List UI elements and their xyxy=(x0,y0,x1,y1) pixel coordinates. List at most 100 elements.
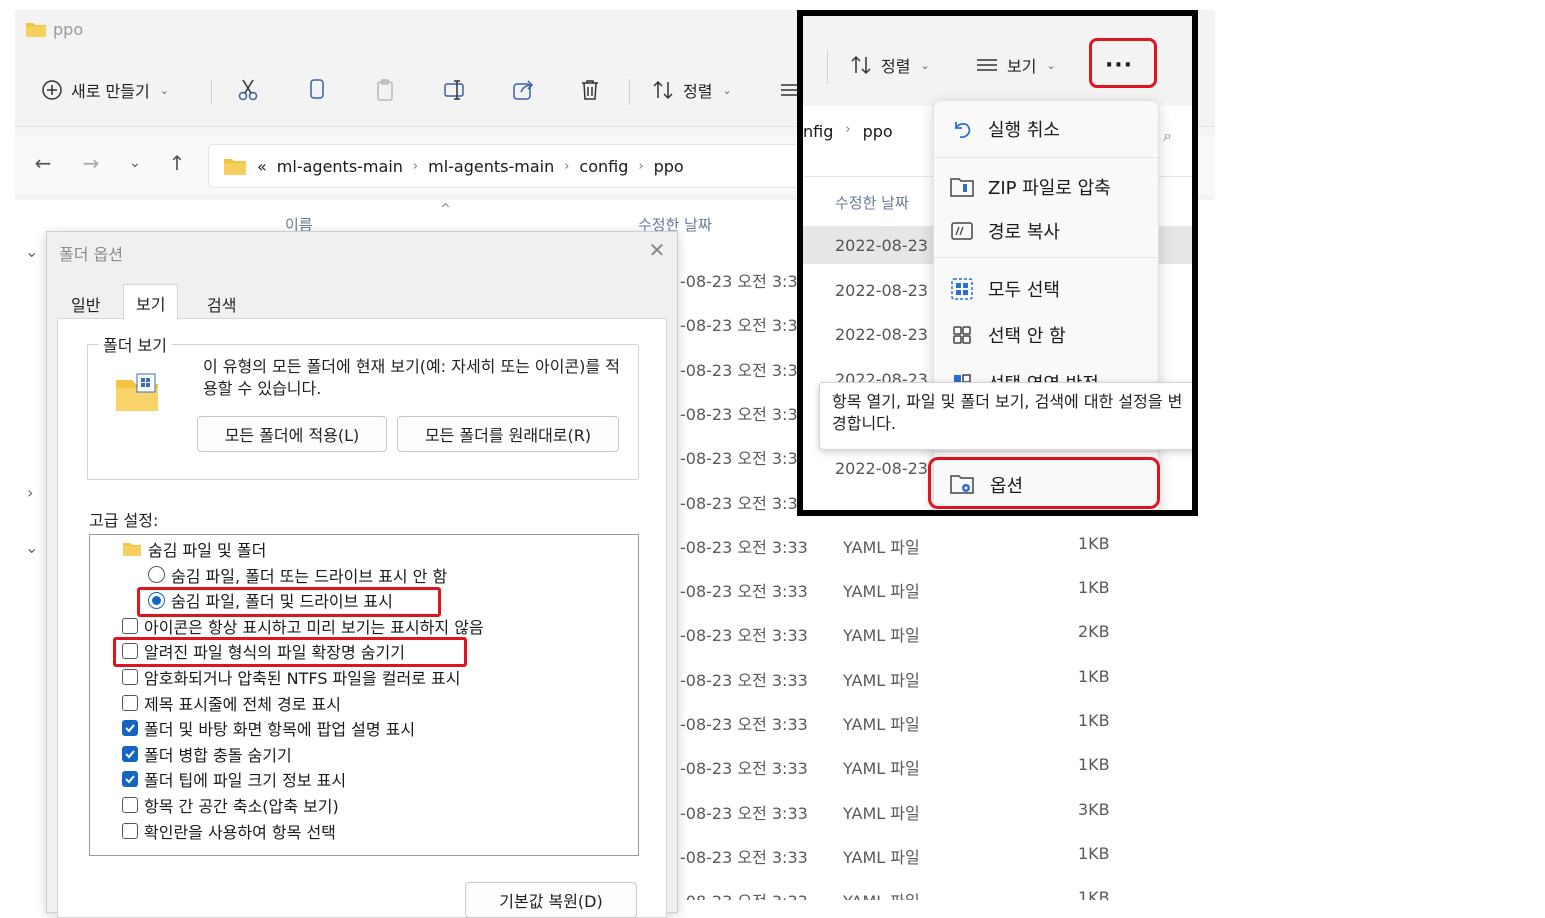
more-options-button[interactable]: ··· xyxy=(1087,42,1151,88)
new-label: 새로 만들기 xyxy=(71,82,150,101)
expand-chevron-icon[interactable]: ⌄ xyxy=(25,242,38,261)
row-size: 3KB xyxy=(1078,799,1110,819)
tab-search[interactable]: 검색 xyxy=(195,288,248,320)
new-button[interactable]: 새로 만들기 ⌄ xyxy=(41,73,169,107)
folder-icon xyxy=(223,156,247,176)
advanced-item[interactable]: 폴더 팁에 파일 크기 정보 표시 xyxy=(122,768,346,790)
table-row[interactable]: -08-23 오전 3:33 YAML 파일 1KB xyxy=(678,566,1198,610)
row-size: 1KB xyxy=(1078,755,1110,775)
up-arrow-icon[interactable]: ↑ xyxy=(161,147,193,179)
scissors-icon xyxy=(237,78,259,102)
view-button[interactable]: 보기 ⌄ xyxy=(975,48,1056,82)
table-row[interactable]: -08-23 오전 3:33 YAML 파일 3KB xyxy=(678,788,1198,832)
checkbox[interactable] xyxy=(122,797,138,813)
table-row[interactable]: -08-23 오전 3:33 YAML 파일 1KB xyxy=(678,522,1198,566)
checkbox[interactable] xyxy=(122,745,138,762)
advanced-settings-list: 숨김 파일 및 폴더 숨김 파일, 폴더 또는 드라이브 표시 안 함 숨김 파일,… xyxy=(89,534,639,856)
advanced-item[interactable]: 아이콘은 항상 표시하고 미리 보기는 표시하지 않음 xyxy=(122,615,484,637)
breadcrumb-overflow[interactable]: « xyxy=(257,157,267,176)
row-date: -08-23 오전 3:3 xyxy=(680,493,798,513)
table-row[interactable]: -08-23 오전 3:33 YAML 파일 2KB xyxy=(678,610,1198,654)
row-size: 1KB xyxy=(1078,711,1110,730)
checkbox[interactable] xyxy=(122,720,138,737)
search-icon[interactable]: ⌕ xyxy=(1163,126,1172,146)
table-row[interactable]: -08-23 오전 3:33 YAML 파일 1KB xyxy=(678,876,1198,900)
menu-item[interactable]: 실행 취소 xyxy=(934,109,1160,149)
expand-chevron-icon[interactable]: ⌄ xyxy=(25,538,38,557)
recent-chevron-icon[interactable]: ⌄ xyxy=(119,147,151,179)
sort-button[interactable]: 정렬 ⌄ xyxy=(849,48,930,82)
sort-caret-icon: ^ xyxy=(440,202,451,217)
row-date: -08-23 오전 3:33 xyxy=(680,537,808,557)
checkbox[interactable] xyxy=(122,643,138,660)
chevron-right-icon: › xyxy=(564,158,570,174)
advanced-item[interactable]: 알려진 파일 형식의 파일 확장명 숨기기 xyxy=(122,640,405,662)
tab-general[interactable]: 일반 xyxy=(59,288,112,320)
chevron-down-icon: ⌄ xyxy=(722,83,732,97)
breadcrumb-item[interactable]: ml-agents-main xyxy=(428,157,554,176)
forward-arrow-icon[interactable]: → xyxy=(75,147,107,179)
advanced-item-label: 알려진 파일 형식의 파일 확장명 숨기기 xyxy=(144,643,405,663)
advanced-item[interactable]: 암호화되거나 압축된 NTFS 파일을 컬러로 표시 xyxy=(122,666,461,688)
checkbox[interactable] xyxy=(122,617,138,634)
address-bar[interactable]: « ml-agents-main › ml-agents-main › conf… xyxy=(208,144,808,188)
rename-icon xyxy=(443,78,467,102)
breadcrumb-item[interactable]: config xyxy=(579,157,628,176)
checkbox[interactable] xyxy=(122,771,138,788)
trash-icon xyxy=(579,78,601,102)
menu-item-label: 경로 복사 xyxy=(988,222,1060,243)
advanced-item[interactable]: 폴더 병합 충돌 숨기기 xyxy=(122,743,292,765)
view-list-icon xyxy=(779,80,799,100)
cut-button[interactable] xyxy=(237,73,259,107)
reset-folders-button[interactable]: 모든 폴더를 원래대로(R) xyxy=(397,416,619,452)
advanced-item[interactable]: 숨김 파일, 폴더 및 드라이브 표시 xyxy=(148,589,393,611)
table-row[interactable]: -08-23 오전 3:33 YAML 파일 1KB xyxy=(678,655,1198,699)
checkbox[interactable] xyxy=(122,822,138,839)
menu-item[interactable]: 경로 복사 xyxy=(934,211,1160,251)
delete-button[interactable] xyxy=(579,73,601,107)
row-type: YAML 파일 xyxy=(843,626,920,646)
advanced-item[interactable]: 제목 표시줄에 전체 경로 표시 xyxy=(122,692,341,714)
copy-button[interactable] xyxy=(307,73,327,107)
view-label: 보기 xyxy=(1007,57,1037,76)
menu-item[interactable]: 옵션 xyxy=(934,465,1160,505)
collapse-chevron-icon[interactable]: › xyxy=(27,483,33,502)
sort-button[interactable]: 정렬 ⌄ xyxy=(651,73,732,107)
breadcrumb-item[interactable]: ml-agents-main xyxy=(277,157,403,176)
breadcrumb-item[interactable]: ppo xyxy=(863,122,893,141)
advanced-item[interactable]: 항목 간 공간 축소(압축 보기) xyxy=(122,794,339,816)
breadcrumb-item[interactable]: nfig xyxy=(803,122,833,141)
table-row[interactable]: -08-23 오전 3:33 YAML 파일 1KB xyxy=(678,832,1198,876)
rename-button[interactable] xyxy=(443,73,467,107)
checkbox[interactable] xyxy=(122,694,138,711)
advanced-item-label: 아이콘은 항상 표시하고 미리 보기는 표시하지 않음 xyxy=(144,617,484,637)
plus-circle-icon xyxy=(41,79,63,101)
column-modified[interactable]: 수정한 날짜 xyxy=(835,192,909,213)
menu-item[interactable]: ZIP 파일로 압축 xyxy=(934,167,1160,207)
menu-item[interactable]: 선택 안 함 xyxy=(934,315,1160,355)
tab-view[interactable]: 보기 xyxy=(123,284,179,320)
row-date: -08-23 오전 3:3 xyxy=(680,272,798,291)
back-arrow-icon[interactable]: ← xyxy=(27,147,59,179)
paste-button[interactable] xyxy=(375,73,397,107)
row-date: -08-23 오전 3:33 xyxy=(680,626,808,646)
share-icon xyxy=(511,78,535,102)
breadcrumb-item[interactable]: ppo xyxy=(654,157,684,176)
table-row[interactable]: -08-23 오전 3:33 YAML 파일 1KB xyxy=(678,699,1198,743)
sort-icon xyxy=(651,79,675,101)
close-icon[interactable]: ✕ xyxy=(645,238,669,262)
advanced-item[interactable]: 숨김 파일, 폴더 또는 드라이브 표시 안 함 xyxy=(148,564,447,586)
advanced-item[interactable]: 폴더 및 바탕 화면 항목에 팝업 설명 표시 xyxy=(122,717,415,739)
apply-to-folders-button[interactable]: 모든 폴더에 적용(L) xyxy=(197,416,387,452)
row-date: 2022-08-23 xyxy=(835,280,928,300)
table-row[interactable]: -08-23 오전 3:33 YAML 파일 1KB xyxy=(678,743,1198,787)
advanced-item[interactable]: 확인란을 사용하여 항목 선택 xyxy=(122,820,336,842)
radio-button[interactable] xyxy=(148,591,165,609)
share-button[interactable] xyxy=(511,73,535,107)
menu-item[interactable]: 모두 선택 xyxy=(934,269,1160,309)
checkbox[interactable] xyxy=(122,669,138,685)
radio-button[interactable] xyxy=(148,566,165,584)
view-button[interactable] xyxy=(779,73,799,107)
row-date: -08-23 오전 3:3 xyxy=(680,449,798,469)
menu-item-label: 실행 취소 xyxy=(988,120,1060,141)
